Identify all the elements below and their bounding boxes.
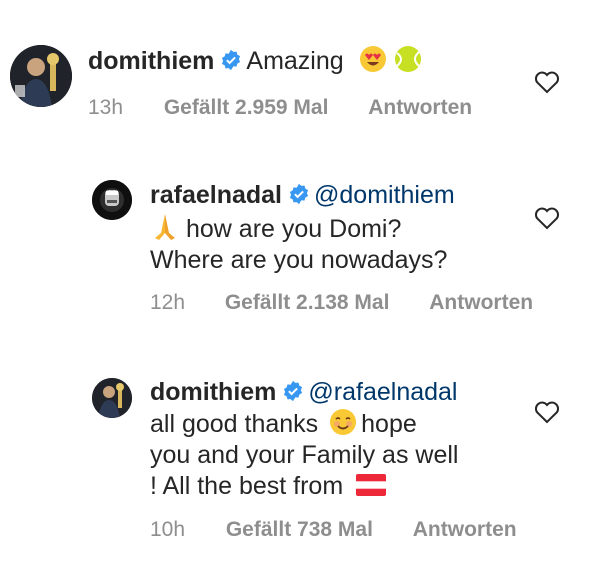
comment-time: 13h (88, 96, 124, 119)
comment-time: 10h (150, 518, 186, 541)
mention-link[interactable]: @rafaelnadal (308, 378, 457, 406)
avatar[interactable] (10, 45, 72, 107)
like-heart-icon[interactable] (534, 70, 560, 94)
username[interactable]: domithiem (150, 378, 276, 406)
likes-count[interactable]: Gefällt 738 Mal (226, 518, 373, 542)
reply-button[interactable]: Antworten (368, 96, 472, 120)
mention-link[interactable]: @domithiem (314, 181, 455, 209)
like-heart-icon[interactable] (534, 206, 560, 230)
avatar[interactable] (92, 378, 132, 418)
verified-badge-icon (284, 380, 303, 402)
username[interactable]: domithiem (88, 47, 214, 75)
likes-count[interactable]: Gefällt 2.138 Mal (225, 291, 390, 315)
comment-time: 12h (150, 291, 186, 314)
likes-count[interactable]: Gefällt 2.959 Mal (164, 96, 329, 120)
austria-flag-emoji-icon (356, 474, 387, 496)
heart-eyes-emoji-icon (359, 46, 386, 72)
reply-button[interactable]: Antworten (429, 291, 533, 315)
comment-text: Where are you nowadays? (150, 246, 448, 274)
user-photo-icon (92, 378, 132, 418)
comment-text: hope (361, 410, 417, 438)
username[interactable]: rafaelnadal (150, 181, 282, 209)
like-heart-icon[interactable] (534, 400, 560, 424)
comment-item: domithiem Amazing 13h Gefällt 2.959 Mal A… (0, 0, 600, 150)
verified-badge-icon (289, 183, 309, 205)
reply-button[interactable]: Antworten (413, 518, 517, 542)
comment-item: domithiem @rafaelnadal all good thanks ho… (0, 350, 600, 573)
avatar[interactable] (92, 180, 132, 220)
comment-text: you and your Family as well (150, 441, 459, 469)
smiling-face-emoji-icon (330, 409, 357, 435)
comment-text: all good thanks (150, 410, 319, 438)
comment-item: rafaelnadal @domithiem how are you Domi? … (0, 150, 600, 350)
tennis-ball-emoji-icon (394, 46, 421, 72)
user-photo-icon (92, 180, 132, 220)
comment-text: ! All the best from (150, 472, 344, 500)
user-photo-icon (10, 45, 72, 107)
verified-badge-icon (222, 49, 241, 71)
comment-text: Amazing (246, 47, 344, 75)
folded-hands-emoji-icon (155, 214, 175, 240)
comment-text: how are you Domi? (186, 215, 402, 243)
